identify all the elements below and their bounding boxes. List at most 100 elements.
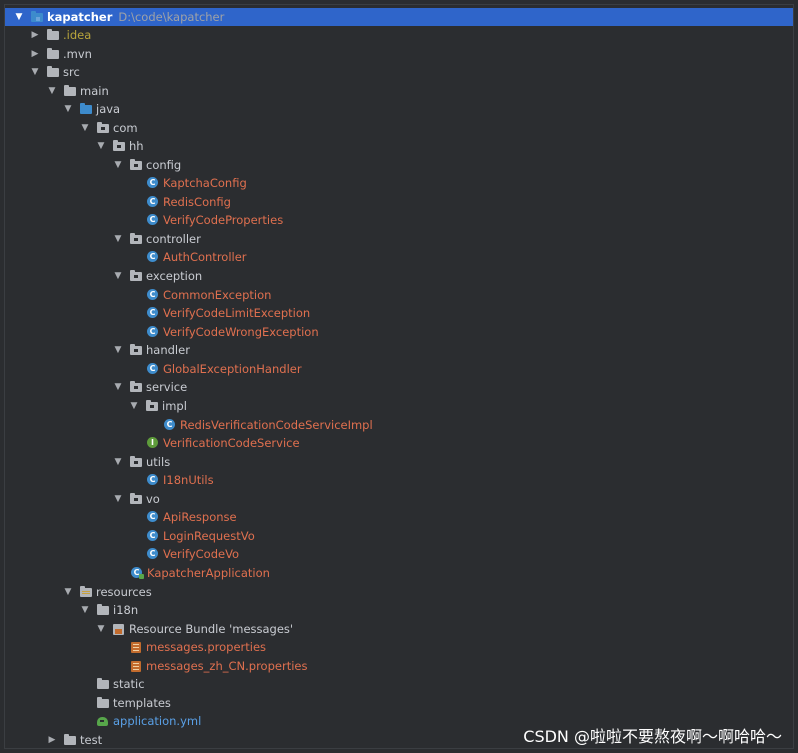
spring-boot-application-icon: C xyxy=(131,567,144,579)
tree-row-global-exception-handler[interactable]: C GlobalExceptionHandler xyxy=(5,360,793,378)
chevron-down-icon[interactable]: ▼ xyxy=(112,341,124,359)
tree-row-api-response[interactable]: C ApiResponse xyxy=(5,508,793,526)
tree-label-resource-bundle: Resource Bundle 'messages' xyxy=(129,622,294,636)
exception-class-icon: C xyxy=(147,326,158,337)
tree-row-verify-code-properties[interactable]: C VerifyCodeProperties xyxy=(5,211,793,229)
chevron-down-icon[interactable]: ▼ xyxy=(112,378,124,396)
chevron-down-icon[interactable]: ▼ xyxy=(13,8,25,26)
package-icon xyxy=(130,159,142,170)
tree-row-auth-controller[interactable]: C AuthController xyxy=(5,248,793,266)
chevron-down-icon[interactable]: ▼ xyxy=(79,119,91,137)
tree-row-kaptcha-config[interactable]: C KaptchaConfig xyxy=(5,174,793,192)
package-icon xyxy=(130,493,142,504)
tree-row-verify-code-limit-exception[interactable]: C VerifyCodeLimitException xyxy=(5,304,793,322)
chevron-down-icon[interactable]: ▼ xyxy=(112,453,124,471)
tree-row-static[interactable]: static xyxy=(5,675,793,693)
tree-label-service: service xyxy=(146,380,188,394)
chevron-right-icon[interactable]: ▶ xyxy=(29,26,41,44)
tree-label-verify-code-limit-exception: VerifyCodeLimitException xyxy=(163,306,311,320)
tree-label-messages-zh-cn-properties: messages_zh_CN.properties xyxy=(146,659,308,673)
tree-label-test: test xyxy=(80,733,103,747)
tree-label-verify-code-vo: VerifyCodeVo xyxy=(163,547,240,561)
tree-label-i18n-utils: I18nUtils xyxy=(163,473,214,487)
tree-label-main: main xyxy=(80,84,109,98)
tree-label-verify-code-properties: VerifyCodeProperties xyxy=(163,213,284,227)
tree-label-global-exception-handler: GlobalExceptionHandler xyxy=(163,362,302,376)
tree-row-impl[interactable]: ▼ impl xyxy=(5,397,793,415)
tree-row-messages-properties[interactable]: messages.properties xyxy=(5,638,793,656)
chevron-down-icon[interactable]: ▼ xyxy=(62,583,74,601)
chevron-down-icon[interactable]: ▼ xyxy=(29,63,41,81)
chevron-down-icon[interactable]: ▼ xyxy=(95,620,107,638)
exception-class-icon: C xyxy=(147,307,158,318)
tree-row-login-request-vo[interactable]: C LoginRequestVo xyxy=(5,527,793,545)
tree-row-main[interactable]: ▼ main xyxy=(5,82,793,100)
tree-label-i18n: i18n xyxy=(113,603,139,617)
tree-row-i18n-utils[interactable]: C I18nUtils xyxy=(5,471,793,489)
tree-row-redis-verification-code-service-impl[interactable]: C RedisVerificationCodeServiceImpl xyxy=(5,416,793,434)
tree-row-project-root[interactable]: ▼ kapatcher D:\code\kapatcher xyxy=(5,8,793,26)
tree-row-common-exception[interactable]: C CommonException xyxy=(5,286,793,304)
source-folder-icon xyxy=(80,103,92,114)
tree-label-common-exception: CommonException xyxy=(163,288,272,302)
tree-row-resources[interactable]: ▼ resources xyxy=(5,583,793,601)
tree-row-utils[interactable]: ▼ utils xyxy=(5,453,793,471)
tree-row-src[interactable]: ▼ src xyxy=(5,63,793,81)
tree-label-utils: utils xyxy=(146,455,171,469)
chevron-down-icon[interactable]: ▼ xyxy=(112,230,124,248)
tree-label-handler: handler xyxy=(146,343,190,357)
folder-icon xyxy=(97,697,109,708)
tree-row-verify-code-vo[interactable]: C VerifyCodeVo xyxy=(5,545,793,563)
tree-row-service[interactable]: ▼ service xyxy=(5,378,793,396)
resource-bundle-icon xyxy=(113,624,124,635)
chevron-down-icon[interactable]: ▼ xyxy=(112,490,124,508)
tree-row-handler[interactable]: ▼ handler xyxy=(5,341,793,359)
java-class-icon: C xyxy=(147,474,158,485)
chevron-right-icon[interactable]: ▶ xyxy=(29,45,41,63)
folder-icon xyxy=(47,66,59,77)
tree-label-auth-controller: AuthController xyxy=(163,250,247,264)
chevron-down-icon[interactable]: ▼ xyxy=(112,267,124,285)
tree-row-config[interactable]: ▼ config xyxy=(5,156,793,174)
project-path: D:\code\kapatcher xyxy=(118,10,225,24)
folder-icon xyxy=(47,29,59,40)
tree-label-static: static xyxy=(113,677,145,691)
tree-row-redis-config[interactable]: C RedisConfig xyxy=(5,193,793,211)
package-icon xyxy=(146,400,158,411)
java-interface-icon: I xyxy=(147,437,158,448)
folder-icon xyxy=(47,48,59,59)
chevron-down-icon[interactable]: ▼ xyxy=(46,82,58,100)
chevron-down-icon[interactable]: ▼ xyxy=(62,100,74,118)
chevron-right-icon[interactable]: ▶ xyxy=(46,731,58,748)
tree-row-kapatcher-application[interactable]: C KapatcherApplication xyxy=(5,564,793,582)
tree-label-vo: vo xyxy=(146,492,160,506)
tree-label-exception: exception xyxy=(146,269,203,283)
tree-row-i18n[interactable]: ▼ i18n xyxy=(5,601,793,619)
tree-row-verification-code-service[interactable]: I VerificationCodeService xyxy=(5,434,793,452)
tree-row-verify-code-wrong-exception[interactable]: C VerifyCodeWrongException xyxy=(5,323,793,341)
tree-label-templates: templates xyxy=(113,696,171,710)
tree-row-com[interactable]: ▼ com xyxy=(5,119,793,137)
tree-row-idea[interactable]: ▶ .idea xyxy=(5,26,793,44)
tree-row-vo[interactable]: ▼ vo xyxy=(5,490,793,508)
chevron-down-icon[interactable]: ▼ xyxy=(79,601,91,619)
tree-row-resource-bundle[interactable]: ▼ Resource Bundle 'messages' xyxy=(5,620,793,638)
tree-row-mvn[interactable]: ▶ .mvn xyxy=(5,45,793,63)
tree-row-templates[interactable]: templates xyxy=(5,694,793,712)
java-class-icon: C xyxy=(147,177,158,188)
tree-row-java[interactable]: ▼ java xyxy=(5,100,793,118)
tree-label-idea: .idea xyxy=(63,28,92,42)
chevron-down-icon[interactable]: ▼ xyxy=(95,137,107,155)
tree-row-exception[interactable]: ▼ exception xyxy=(5,267,793,285)
csdn-watermark: CSDN @啦啦不要熬夜啊～啊哈哈～ xyxy=(523,727,782,746)
chevron-down-icon[interactable]: ▼ xyxy=(128,397,140,415)
tree-row-controller[interactable]: ▼ controller xyxy=(5,230,793,248)
package-icon xyxy=(130,456,142,467)
java-class-icon: C xyxy=(147,363,158,374)
chevron-down-icon[interactable]: ▼ xyxy=(112,156,124,174)
package-icon xyxy=(113,140,125,151)
tree-row-messages-zh-cn-properties[interactable]: messages_zh_CN.properties xyxy=(5,657,793,675)
tree-label-kaptcha-config: KaptchaConfig xyxy=(163,176,247,190)
tree-row-hh[interactable]: ▼ hh xyxy=(5,137,793,155)
yaml-file-icon xyxy=(97,717,108,726)
